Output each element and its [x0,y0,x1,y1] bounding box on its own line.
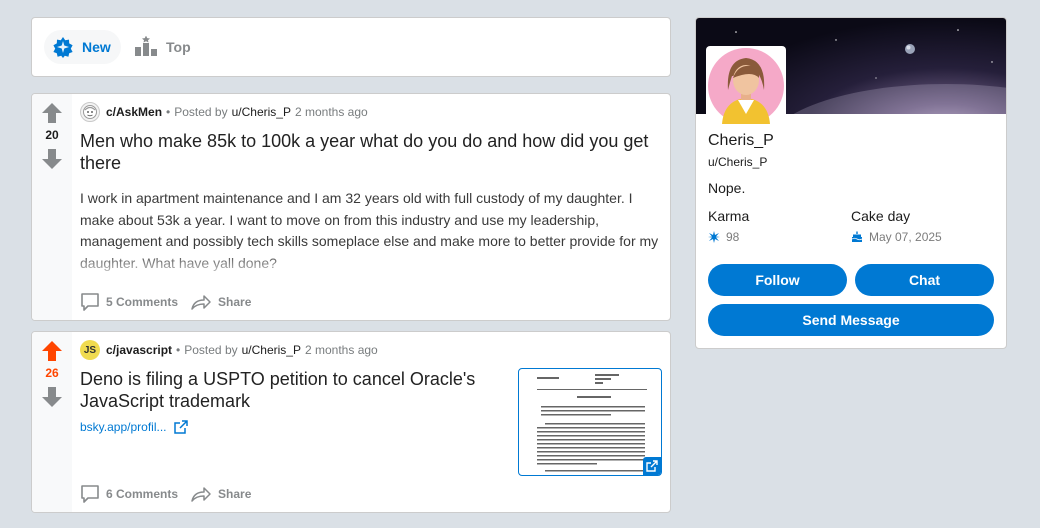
post-time: 2 months ago [305,343,378,357]
cake-icon [851,231,863,242]
comments-label: 6 Comments [106,487,179,501]
post-time: 2 months ago [294,105,368,119]
follow-button[interactable]: Follow [708,264,847,296]
sort-new-label: New [82,39,111,55]
open-link-button[interactable] [643,457,661,475]
comments-label: 5 Comments [106,295,179,309]
posted-by-label: Posted by [184,343,238,357]
profile-display-name: Cheris_P [708,132,774,149]
meta-separator: • [176,343,181,357]
js-logo-text: JS [83,344,97,356]
share-icon [191,295,211,310]
vote-count: 26 [45,366,59,380]
subreddit-link[interactable]: c/javascript [106,343,172,357]
karma-value-row: 98 [708,230,749,244]
profile-handle: u/Cheris_P [708,155,768,169]
downvote-icon[interactable] [41,148,63,170]
sort-top-button[interactable]: Top [126,30,201,64]
avatar-image [708,48,784,124]
share-button[interactable]: Share [190,484,251,504]
askmen-subreddit-icon[interactable] [80,102,100,122]
external-link-icon [646,460,658,472]
cakeday-value: May 07, 2025 [869,230,942,244]
upvote-icon[interactable] [41,102,63,124]
post-meta: c/AskMen • Posted by u/Cheris_P 2 months… [80,102,662,122]
subreddit-link[interactable]: c/AskMen [106,105,162,119]
posted-by-label: Posted by [174,105,228,119]
document-preview-icon [537,374,647,472]
chat-button[interactable]: Chat [855,264,994,296]
comment-icon [81,293,99,311]
share-label: Share [218,487,252,501]
external-link[interactable]: bsky.app/profil... [80,420,510,434]
cakeday-stat: Cake day May 07, 2025 [851,208,942,244]
sort-new-button[interactable]: New [44,30,121,64]
author-link[interactable]: u/Cheris_P [232,105,291,119]
sort-bar: New Top [31,17,671,77]
send-message-button[interactable]: Send Message [708,304,994,336]
downvote-icon[interactable] [41,386,63,408]
vote-count: 20 [45,128,59,142]
share-button[interactable]: Share [190,292,251,312]
podium-icon [135,36,157,56]
external-link-text: bsky.app/profil... [80,420,167,434]
comments-button[interactable]: 5 Comments [80,292,178,312]
share-icon [191,487,211,502]
karma-stat: Karma 98 [708,208,749,244]
upvote-icon[interactable] [41,340,63,362]
post-meta: JS c/javascript • Posted by u/Cheris_P 2… [80,340,510,360]
post-content: JS c/javascript • Posted by u/Cheris_P 2… [80,340,510,434]
vote-column: 20 [32,94,72,320]
link-thumbnail[interactable] [518,368,662,476]
new-badge-icon [53,37,73,58]
face-icon [83,105,97,119]
karma-value: 98 [726,230,740,244]
sort-top-label: Top [166,39,191,55]
post-title[interactable]: Deno is filing a USPTO petition to cance… [80,368,510,412]
karma-icon [708,231,720,243]
excerpt-fade [80,252,662,274]
javascript-subreddit-icon[interactable]: JS [80,340,100,360]
vote-column: 26 [32,332,72,512]
cakeday-label: Cake day [851,208,911,224]
cakeday-value-row: May 07, 2025 [851,230,942,244]
post-card[interactable]: 20 c/AskMen • Posted by u/Cheris_P 2 mon… [31,93,671,321]
post-title[interactable]: Men who make 85k to 100k a year what do … [80,130,662,174]
author-link[interactable]: u/Cheris_P [242,343,301,357]
post-excerpt: I work in apartment maintenance and I am… [80,188,662,274]
comment-icon [81,485,99,503]
post-card[interactable]: 26 JS c/javascript • Posted by u/Cheris_… [31,331,671,513]
profile-card: Cheris_P u/Cheris_P Nope. Karma 98 Cake … [695,17,1007,349]
external-link-icon [174,420,189,434]
meta-separator: • [166,105,171,119]
post-content: c/AskMen • Posted by u/Cheris_P 2 months… [80,102,662,274]
profile-bio: Nope. [708,180,746,196]
share-label: Share [218,295,252,309]
karma-label: Karma [708,208,750,224]
post-actions: 5 Comments Share [80,292,263,312]
post-actions: 6 Comments Share [80,484,263,504]
avatar[interactable] [706,46,786,126]
comments-button[interactable]: 6 Comments [80,484,178,504]
